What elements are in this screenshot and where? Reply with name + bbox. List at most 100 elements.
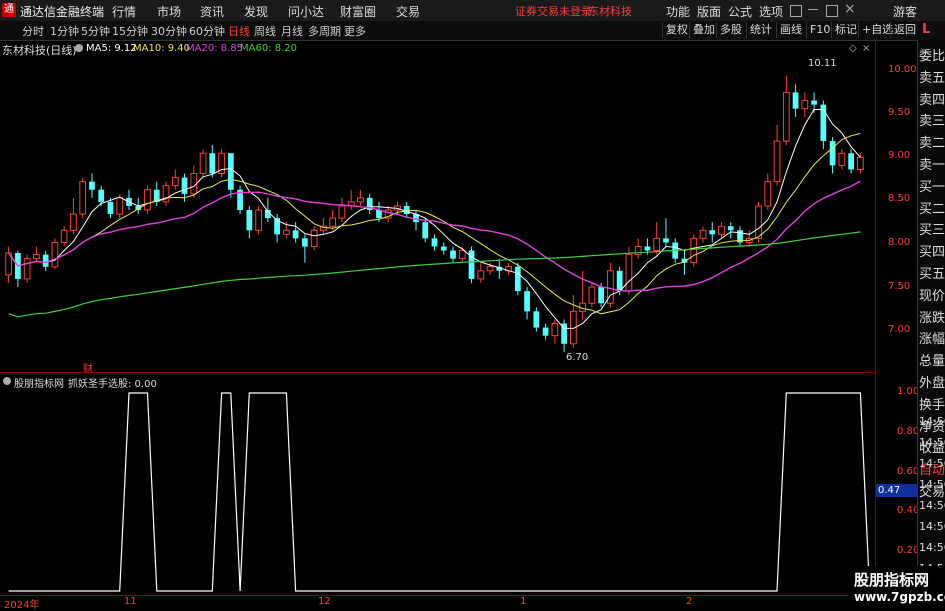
sub-ytick: 0.20: [897, 545, 920, 556]
window-close-icon[interactable]: ×: [844, 1, 856, 17]
menu-item-wealth[interactable]: 财富圈: [340, 3, 376, 20]
side-panel-item[interactable]: 14:56: [919, 541, 945, 554]
ytick: 7.50: [888, 281, 911, 292]
period-toolbar: 分时 1分钟 5分钟 15分钟 30分钟 60分钟 日线 周线 月线 多周期 更…: [0, 21, 945, 41]
time-axis: [0, 595, 945, 610]
menu-item-trade[interactable]: 交易: [396, 3, 420, 20]
user-guest[interactable]: 游客: [893, 3, 917, 20]
side-panel-item[interactable]: 买三: [919, 219, 945, 238]
stock-name-header: 东材科技: [588, 5, 632, 18]
sub-legend-settings-icon[interactable]: [3, 377, 11, 385]
side-panel-item[interactable]: 外盘: [919, 372, 945, 391]
toolbar-f10[interactable]: F10: [806, 22, 833, 38]
watermark-title: 股朋指标网: [854, 571, 930, 589]
candle-body: [486, 266, 494, 272]
period-30min[interactable]: 30分钟: [151, 23, 187, 39]
period-weekly[interactable]: 周线: [254, 23, 276, 39]
candle-body: [477, 270, 485, 280]
candle-body: [171, 177, 179, 187]
candle-body: [709, 230, 716, 235]
toolbar-stats[interactable]: 统计: [746, 22, 775, 38]
xtick: 12: [318, 596, 331, 607]
toolbar-overlay[interactable]: 叠加: [689, 22, 718, 38]
ytick: 8.00: [888, 237, 911, 248]
app-title: 通达信金融终端: [20, 5, 105, 19]
candle-body: [542, 327, 549, 336]
candle-body: [718, 225, 725, 235]
menu-item-quotes[interactable]: 行情: [112, 3, 136, 20]
menu-item-layout[interactable]: 版面: [697, 3, 721, 20]
menu-item-discover[interactable]: 发现: [244, 3, 268, 20]
side-panel-item[interactable]: 现价: [919, 285, 945, 304]
menu-item-formula[interactable]: 公式: [728, 3, 752, 20]
side-panel-item[interactable]: 14:56: [919, 478, 945, 491]
ma60-legend: MA60: 8.20: [240, 43, 298, 54]
period-15min[interactable]: 15分钟: [112, 23, 148, 39]
toolbar-mark[interactable]: 标记: [831, 22, 860, 38]
menu-item-market[interactable]: 市场: [157, 3, 181, 20]
menu-item-function[interactable]: 功能: [666, 3, 690, 20]
side-panel-item[interactable]: 换手: [919, 394, 945, 413]
ytick: 9.00: [888, 150, 911, 161]
toolbar-adjust[interactable]: 复权: [662, 22, 691, 38]
candle-body: [727, 226, 734, 231]
candle-body: [524, 291, 530, 312]
app-logo-icon: 通: [2, 3, 16, 17]
period-daily[interactable]: 日线: [228, 23, 250, 39]
side-panel-item[interactable]: 买五: [919, 263, 945, 282]
toolbar-multi-stock[interactable]: 多股: [716, 22, 745, 38]
toolbar-draw[interactable]: 画线: [776, 22, 805, 38]
period-more[interactable]: 更多: [344, 23, 366, 39]
side-panel-item[interactable]: 14:56: [919, 499, 945, 512]
side-panel-item[interactable]: 卖三: [919, 110, 945, 129]
side-panel-item[interactable]: 买四: [919, 241, 945, 260]
side-panel-item[interactable]: 委比: [919, 45, 945, 64]
menu-item-news[interactable]: 资讯: [200, 3, 224, 20]
side-panel-item[interactable]: 涨幅: [919, 328, 945, 347]
menu-item-options[interactable]: 选项: [759, 3, 783, 20]
candle-body: [116, 197, 124, 215]
toolbar-back[interactable]: 返回: [890, 22, 919, 38]
legend-settings-icon[interactable]: [75, 44, 83, 52]
period-60min[interactable]: 60分钟: [189, 23, 225, 39]
candle-body: [338, 205, 346, 219]
candle-body: [292, 230, 299, 239]
period-multi[interactable]: 多周期: [308, 23, 341, 39]
indicator-chart[interactable]: [0, 373, 875, 595]
period-5min[interactable]: 5分钟: [81, 23, 110, 39]
side-panel-item[interactable]: 卖五: [919, 67, 945, 86]
side-panel-item[interactable]: 总量: [919, 350, 945, 369]
candle-body: [51, 241, 59, 268]
candle-body: [310, 229, 318, 247]
ma10-line: [8, 132, 861, 315]
ma20-legend: MA20: 8.85: [186, 43, 244, 54]
side-panel-item[interactable]: 卖四: [919, 89, 945, 108]
main-legend-title: 东材科技(日线): [2, 44, 77, 57]
side-panel-item[interactable]: 卖一: [919, 154, 945, 173]
side-panel-item[interactable]: 14:56: [919, 436, 945, 449]
period-intraday[interactable]: 分时: [22, 23, 44, 39]
side-panel-item[interactable]: 涨跌: [919, 307, 945, 326]
candlestick-chart[interactable]: [0, 40, 875, 372]
side-panel-item[interactable]: 14:56: [919, 520, 945, 533]
close-chart-icon[interactable]: ×: [862, 43, 870, 54]
menu-item-ask[interactable]: 问小达: [288, 3, 324, 20]
candle-body: [60, 229, 68, 243]
diamond-icon[interactable]: ◇: [849, 43, 857, 54]
side-panel-item[interactable]: 14:56: [919, 415, 945, 428]
sub-legend-title: 股朋指标网: [14, 379, 64, 390]
side-panel-item[interactable]: 买二: [919, 198, 945, 217]
side-panel-item[interactable]: 买一: [919, 176, 945, 195]
period-monthly[interactable]: 月线: [281, 23, 303, 39]
candle-body: [190, 173, 198, 195]
window-minimize-icon[interactable]: [808, 9, 818, 10]
window-maximize-icon[interactable]: [826, 5, 838, 17]
xtick: 1: [520, 596, 527, 607]
period-1min[interactable]: 1分钟: [50, 23, 79, 39]
candle-body: [838, 152, 846, 166]
xtick: 11: [124, 596, 137, 607]
side-panel-item[interactable]: 卖二: [919, 132, 945, 151]
window-restore-icon[interactable]: [790, 5, 802, 17]
side-panel-item[interactable]: 14:56: [919, 457, 945, 470]
login-warning[interactable]: 证券交易未登录: [515, 3, 592, 19]
